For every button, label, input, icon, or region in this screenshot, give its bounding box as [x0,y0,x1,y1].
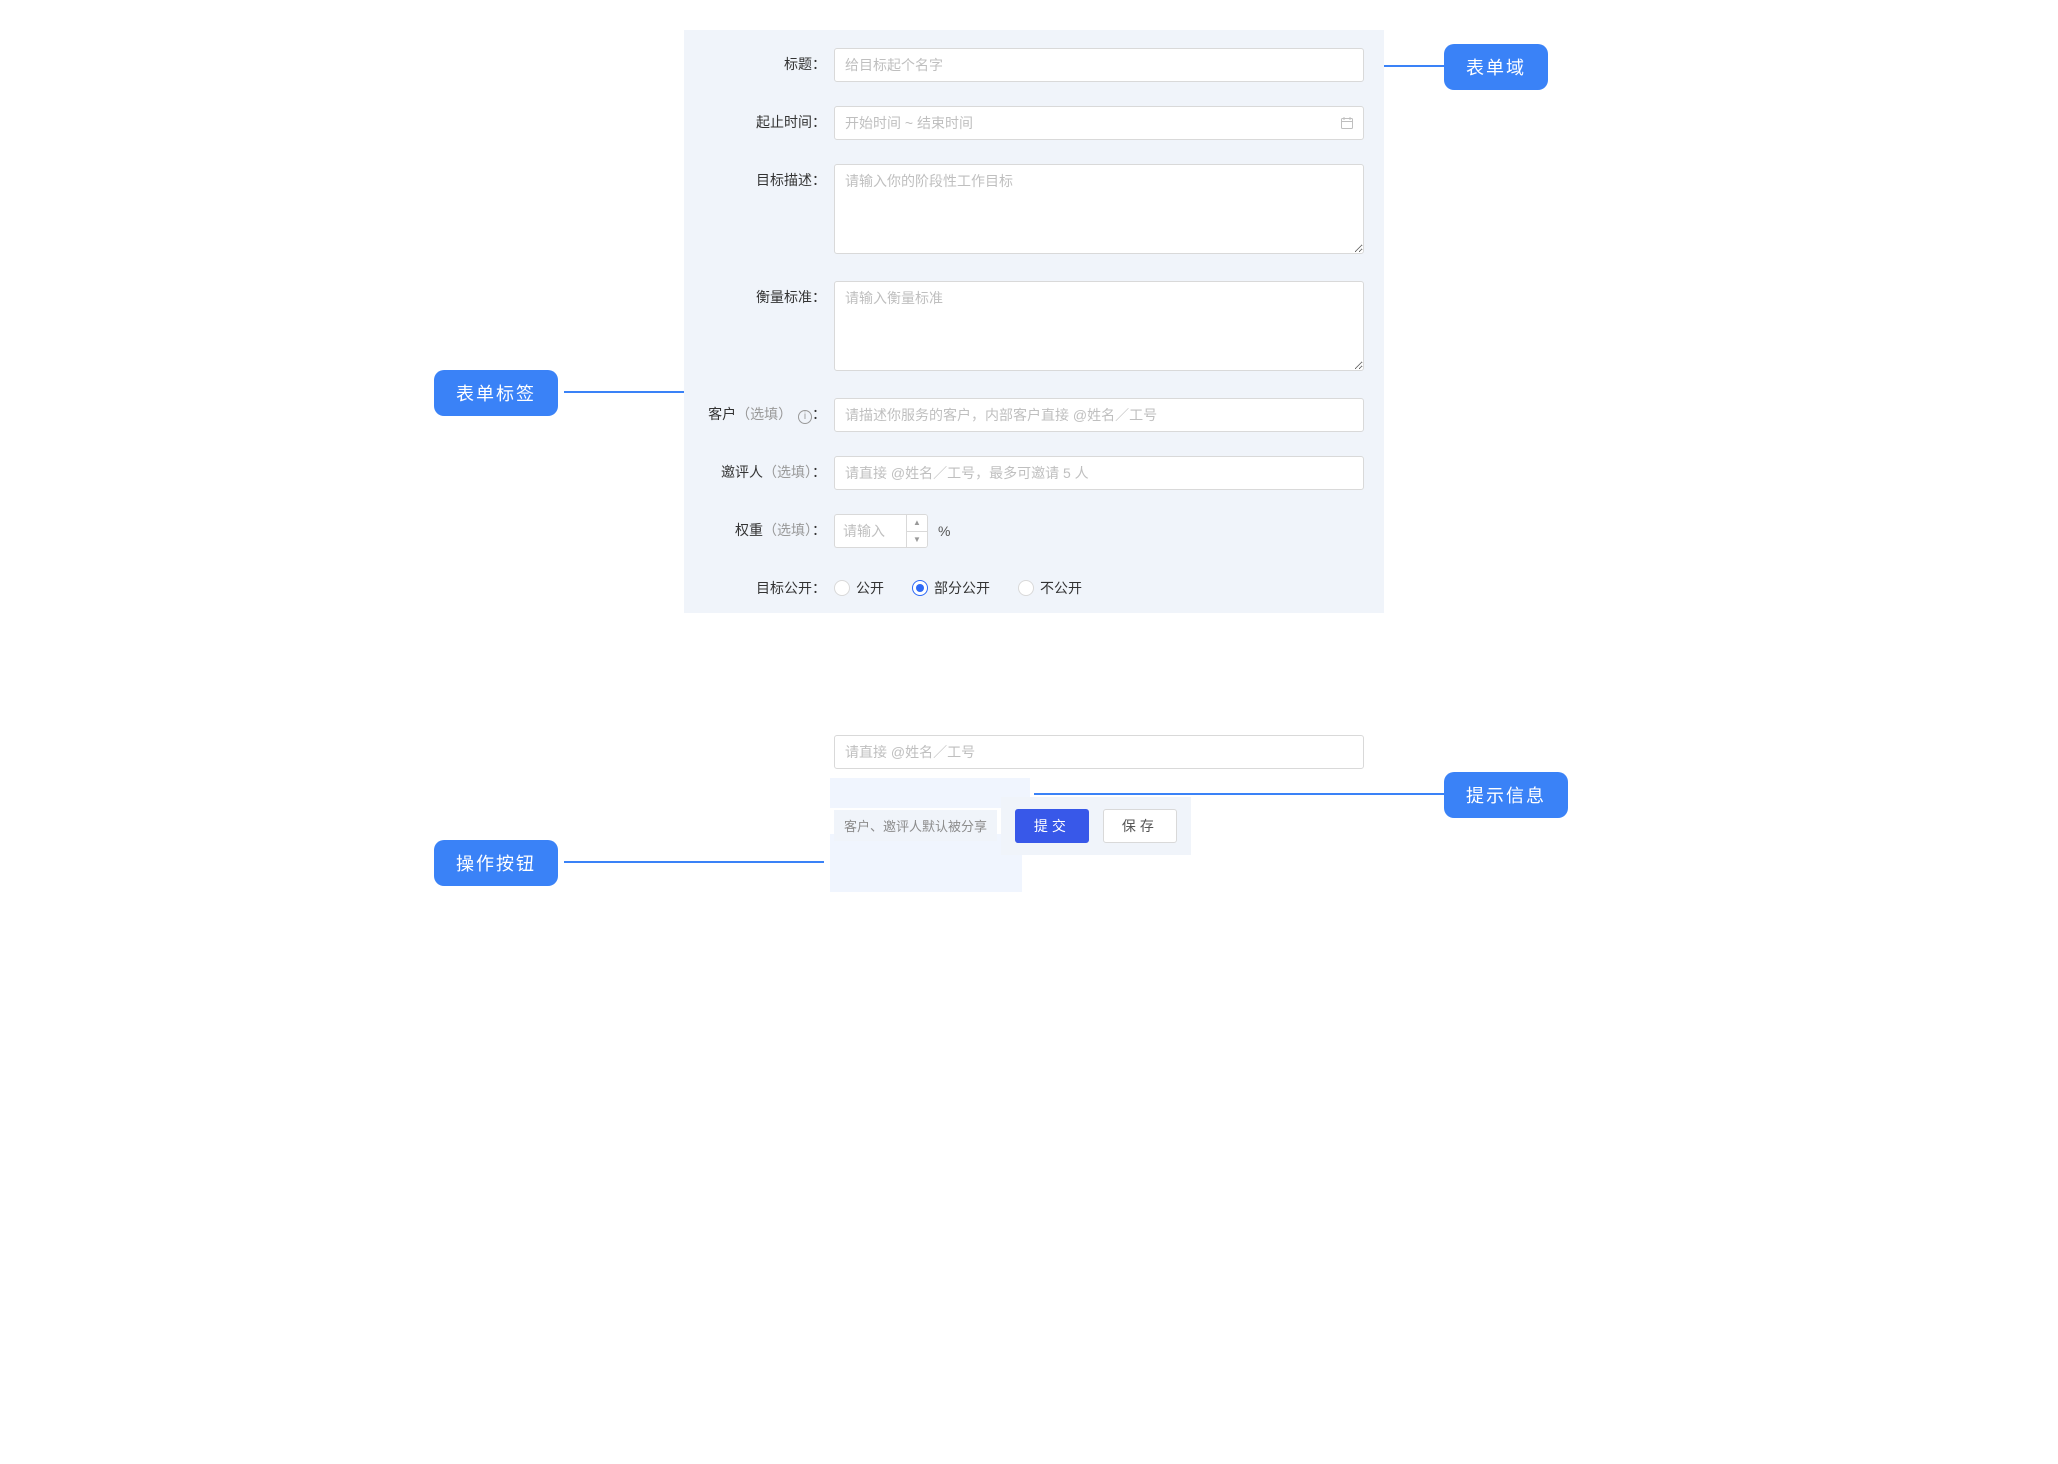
title-input[interactable] [834,48,1364,82]
form-panel: 标题： 起止时间： [684,30,1384,613]
weight-suffix: % [938,523,950,539]
row-date-range: 起止时间： [704,106,1364,140]
share-hint: 客户、邀评人默认被分享 [834,810,997,841]
annotation-action-button: 操作按钮 [434,840,558,886]
row-weight: 权重（选填）： ▲ ▼ % [704,514,1364,548]
stepper-up-button[interactable]: ▲ [907,515,927,531]
action-buttons: 提交 保存 [1001,797,1191,855]
radio-partial[interactable]: 部分公开 [912,578,990,598]
row-customer: 客户（选填） i： [704,398,1364,432]
radio-public[interactable]: 公开 [834,578,884,598]
row-visibility: 目标公开： 公开 部分公开 不公开 [704,572,1364,598]
date-range-input[interactable] [834,106,1364,140]
row-reviewer: 邀评人（选填）： [704,456,1364,490]
label-criteria: 衡量标准： [704,281,834,307]
label-description: 目标描述： [704,164,834,190]
radio-dot-icon [1018,580,1034,596]
label-visibility: 目标公开： [704,572,834,598]
annotation-form-field: 表单域 [1444,44,1548,90]
below-rows: 客户、邀评人默认被分享 提交 保存 [834,735,1364,855]
criteria-textarea[interactable] [834,281,1364,371]
customer-input[interactable] [834,398,1364,432]
row-title: 标题： [704,48,1364,82]
label-reviewer: 邀评人（选填）： [704,456,834,482]
label-date-range: 起止时间： [704,106,834,132]
radio-private[interactable]: 不公开 [1018,578,1082,598]
annotation-connector [564,861,824,863]
radio-label: 部分公开 [934,578,990,598]
radio-label: 公开 [856,578,884,598]
annotation-form-label: 表单标签 [434,370,558,416]
label-customer: 客户（选填） i： [704,398,834,424]
weight-input[interactable] [834,514,906,548]
info-icon[interactable]: i [798,410,812,424]
annotation-connector [1384,65,1444,67]
label-title: 标题： [704,48,834,74]
chevron-up-icon: ▲ [913,518,921,527]
row-criteria: 衡量标准： [704,281,1364,374]
reviewer-input[interactable] [834,456,1364,490]
row-description: 目标描述： [704,164,1364,257]
stepper-down-button[interactable]: ▼ [907,531,927,548]
share-input[interactable] [834,735,1364,769]
radio-dot-icon [912,580,928,596]
radio-dot-icon [834,580,850,596]
radio-label: 不公开 [1040,578,1082,598]
save-button[interactable]: 保存 [1103,809,1177,843]
annotation-connector [1034,793,1444,795]
annotation-connector [564,391,684,393]
visibility-radio-group: 公开 部分公开 不公开 [834,572,1364,598]
submit-button[interactable]: 提交 [1015,809,1089,843]
annotation-hint-info: 提示信息 [1444,772,1568,818]
weight-stepper: ▲ ▼ [906,514,928,548]
description-textarea[interactable] [834,164,1364,254]
label-weight: 权重（选填）： [704,514,834,540]
chevron-down-icon: ▼ [913,535,921,544]
